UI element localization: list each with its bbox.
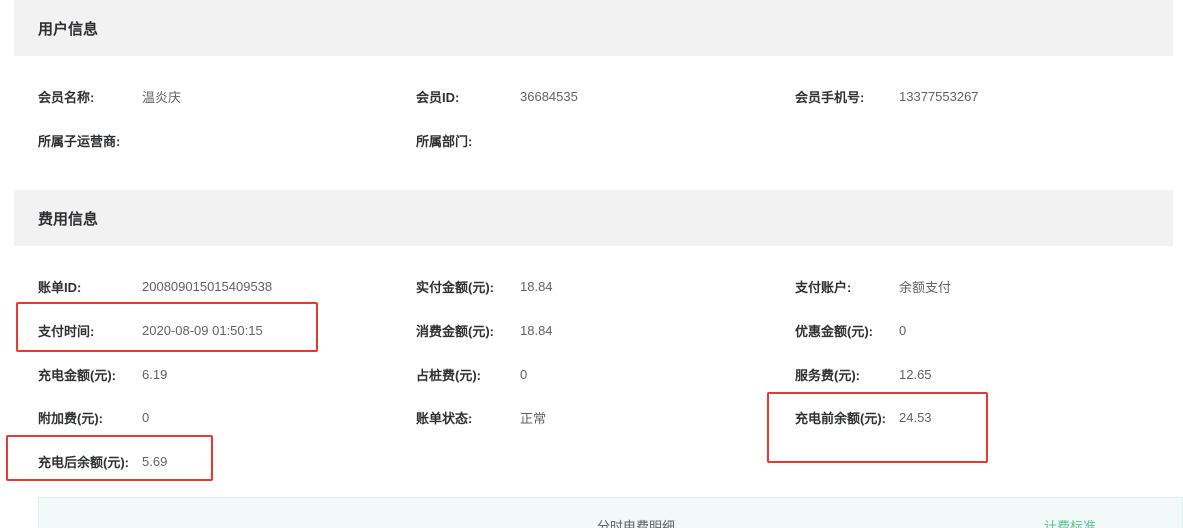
- member-phone-label: 会员手机号:: [795, 89, 865, 105]
- pay-account-field: 支付账户: 余额支付: [795, 276, 951, 296]
- member-id-value: 36684535: [520, 88, 578, 104]
- billing-standard-link[interactable]: 计费标准: [1044, 516, 1096, 528]
- highlight-box-balance-after: [6, 435, 213, 481]
- member-name-value: 温炎庆: [142, 89, 182, 105]
- member-id-label: 会员ID:: [416, 89, 460, 105]
- discount-amount-value: 0: [899, 322, 907, 338]
- occupy-fee-field: 占桩费(元): 0: [416, 364, 527, 384]
- member-phone-field: 会员手机号: 13377553267: [795, 86, 979, 106]
- bill-status-value: 正常: [520, 410, 547, 426]
- department-label: 所属部门:: [416, 133, 473, 149]
- consume-amount-field: 消费金额(元): 18.84: [416, 320, 553, 340]
- department-field: 所属部门:: [416, 130, 472, 150]
- paid-amount-field: 实付金额(元): 18.84: [416, 276, 553, 296]
- user-info-title: 用户信息: [38, 20, 99, 38]
- charge-amount-field: 充电金额(元): 6.19: [38, 364, 167, 384]
- pay-account-label: 支付账户:: [795, 279, 852, 295]
- fee-info-row-4: 附加费(元): 0 账单状态: 正常 充电前余额(元): 24.53: [0, 407, 1183, 427]
- charge-amount-value: 6.19: [142, 366, 168, 382]
- charge-amount-label: 充电金额(元):: [38, 367, 116, 383]
- user-info-row-2: 所属子运营商: 所属部门:: [0, 130, 1183, 150]
- consume-amount-value: 18.84: [520, 322, 553, 338]
- pay-account-value: 余额支付: [899, 279, 952, 295]
- occupy-fee-value: 0: [520, 366, 528, 382]
- bill-id-label: 账单ID:: [38, 279, 82, 295]
- bill-id-value: 200809015015409538: [142, 278, 273, 294]
- service-fee-value: 12.65: [899, 366, 932, 382]
- bill-status-field: 账单状态: 正常: [416, 407, 546, 427]
- discount-amount-label: 优惠金额(元):: [795, 323, 873, 339]
- member-id-field: 会员ID: 36684535: [416, 86, 578, 106]
- paid-amount-label: 实付金额(元):: [416, 279, 494, 295]
- extra-fee-field: 附加费(元): 0: [38, 407, 149, 427]
- member-name-field: 会员名称: 温炎庆: [38, 86, 181, 106]
- user-info-header: 用户信息: [14, 0, 1173, 56]
- fee-info-row-3: 充电金额(元): 6.19 占桩费(元): 0 服务费(元): 12.65: [0, 364, 1183, 384]
- member-phone-value: 13377553267: [899, 88, 979, 104]
- sub-operator-field: 所属子运营商:: [38, 130, 120, 150]
- bill-id-field: 账单ID: 200809015015409538: [38, 276, 272, 296]
- extra-fee-value: 0: [142, 409, 150, 425]
- occupy-fee-label: 占桩费(元):: [416, 367, 481, 383]
- highlight-box-pay-time: [16, 302, 318, 352]
- fee-info-row-1: 账单ID: 200809015015409538 实付金额(元): 18.84 …: [0, 276, 1183, 296]
- time-of-use-detail-panel: 分时电费明细 计费标准: [38, 497, 1183, 528]
- bill-status-label: 账单状态:: [416, 410, 473, 426]
- consume-amount-label: 消费金额(元):: [416, 323, 494, 339]
- member-name-label: 会员名称:: [38, 89, 95, 105]
- fee-info-header: 费用信息: [14, 190, 1173, 246]
- discount-amount-field: 优惠金额(元): 0: [795, 320, 906, 340]
- service-fee-label: 服务费(元):: [795, 367, 860, 383]
- sub-operator-label: 所属子运营商:: [38, 133, 121, 149]
- highlight-box-balance-before: [767, 392, 988, 463]
- service-fee-field: 服务费(元): 12.65: [795, 364, 932, 384]
- paid-amount-value: 18.84: [520, 278, 553, 294]
- fee-info-title: 费用信息: [38, 210, 99, 228]
- time-of-use-detail-title: 分时电费明细: [597, 519, 676, 528]
- extra-fee-label: 附加费(元):: [38, 410, 103, 426]
- user-info-row-1: 会员名称: 温炎庆 会员ID: 36684535 会员手机号: 13377553…: [0, 86, 1183, 106]
